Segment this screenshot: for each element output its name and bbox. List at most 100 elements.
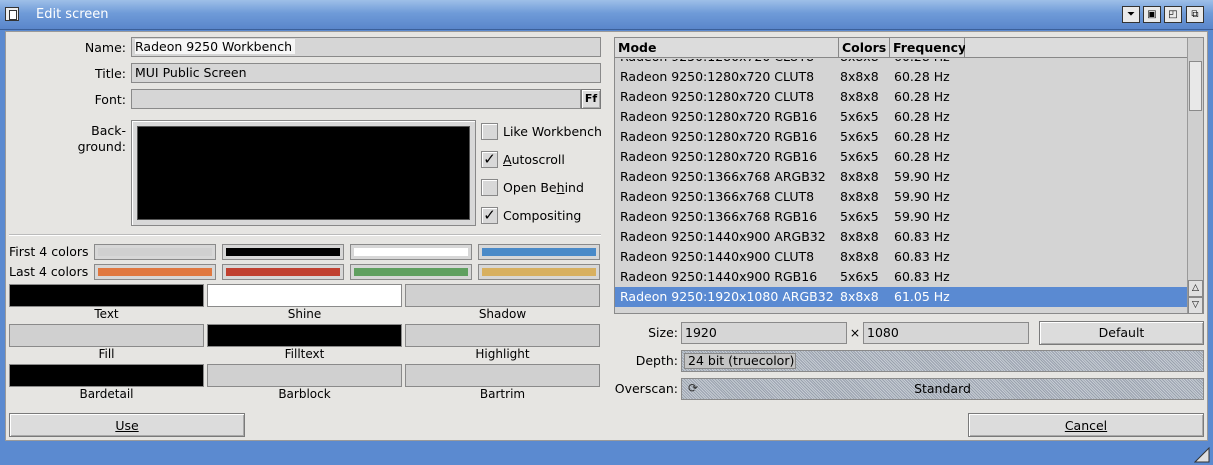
scrollbar-knob[interactable] [1189, 61, 1202, 111]
mode-row[interactable]: Radeon 9250:1440x900 CLUT8 8x8x8 60.83 Hz [615, 247, 1188, 267]
colors-cell: 8x8x8 [840, 229, 879, 244]
frequency-cell: 60.83 Hz [894, 229, 950, 244]
pen-label: Fill [98, 347, 115, 361]
pen-highlight[interactable] [405, 324, 600, 347]
separator [9, 234, 601, 236]
mode-row[interactable]: Radeon 9250:1280x720 RGB16 5x6x5 60.28 Hz [615, 147, 1188, 167]
mode-cell: Radeon 9250:1366x768 RGB16 [620, 209, 818, 224]
scroll-up-icon[interactable]: △ [1188, 280, 1203, 297]
pen-label: Highlight [475, 347, 530, 361]
default-size-button[interactable]: Default [1039, 321, 1204, 345]
resize-grip-icon[interactable] [1194, 447, 1210, 463]
size-label: Size: [648, 325, 678, 340]
column-header-mode[interactable]: Mode [615, 38, 839, 58]
cancel-button[interactable]: Cancel [968, 413, 1204, 437]
mode-row[interactable]: Radeon 9250:1280x720 CLUT8 8x8x8 60.28 Hz [615, 59, 1188, 67]
mode-cell: Radeon 9250:1366x768 CLUT8 [620, 189, 815, 204]
compositing-checkbox[interactable]: ✓ [481, 207, 498, 224]
pen-shine[interactable] [207, 284, 402, 307]
mode-list-scrollbar[interactable]: △ ▽ [1187, 38, 1203, 313]
frequency-cell: 59.90 Hz [894, 209, 950, 224]
pen-fill[interactable] [9, 324, 204, 347]
open-behind-checkbox[interactable] [481, 179, 498, 196]
like-workbench-checkbox[interactable] [481, 123, 498, 140]
name-field[interactable]: Radeon 9250 Workbench [131, 37, 601, 57]
colors-cell: 8x8x8 [840, 289, 879, 304]
mode-row[interactable]: Radeon 9250:1366x768 ARGB32 8x8x8 59.90 Hz [615, 167, 1188, 187]
font-picker-button[interactable]: Ff [581, 89, 601, 109]
pen-label: Bartrim [479, 387, 526, 401]
last-color-2[interactable] [222, 264, 344, 280]
close-window-icon[interactable] [5, 7, 19, 21]
mode-cell: Radeon 9250:1440x900 RGB16 [620, 269, 818, 284]
color-chip [354, 268, 468, 276]
frequency-cell: 60.28 Hz [894, 129, 950, 144]
mode-row[interactable]: Radeon 9250:1440x900 ARGB32 8x8x8 60.83 Hz [615, 227, 1188, 247]
frequency-cell: 59.90 Hz [894, 169, 950, 184]
mode-cell: Radeon 9250:1280x720 CLUT8 [620, 69, 815, 84]
scroll-down-icon[interactable]: ▽ [1188, 297, 1203, 313]
mode-cell: Radeon 9250:1280x720 CLUT8 [620, 89, 815, 104]
depth-icon[interactable]: ⧉ [1186, 6, 1204, 23]
pen-bardetail[interactable] [9, 364, 204, 387]
colors-cell: 8x8x8 [840, 189, 879, 204]
color-chip [482, 248, 596, 256]
column-header-frequency[interactable]: Frequency [890, 38, 966, 58]
background-picker[interactable] [131, 120, 476, 226]
zoom-icon[interactable]: ◰ [1164, 6, 1182, 23]
mode-cell: Radeon 9250:1440x900 CLUT8 [620, 249, 815, 264]
first-color-3[interactable] [350, 244, 472, 260]
overscan-cycle[interactable]: ⟳ Standard [681, 378, 1204, 400]
first-color-1[interactable] [94, 244, 216, 260]
colors-cell: 5x6x5 [840, 209, 879, 224]
mode-row[interactable]: Radeon 9250:1280x720 RGB16 5x6x5 60.28 Hz [615, 127, 1188, 147]
snapshot-icon[interactable]: ▣ [1143, 6, 1161, 23]
colors-cell: 8x8x8 [840, 69, 879, 84]
pen-barblock[interactable] [207, 364, 402, 387]
pen-label: Shine [287, 307, 322, 321]
background-preview [137, 126, 470, 220]
title-field[interactable]: MUI Public Screen [131, 63, 601, 83]
font-field[interactable] [131, 89, 581, 109]
title-bar[interactable]: Edit screen ⏷ ▣ ◰ ⧉ [0, 0, 1213, 30]
mode-row[interactable]: Radeon 9250:1366x768 RGB16 5x6x5 59.90 Hz [615, 207, 1188, 227]
autoscroll-label: Autoscroll [503, 152, 565, 167]
depth-slider[interactable]: 24 bit (truecolor) [681, 350, 1204, 372]
mode-cell: Radeon 9250:1920x1080 ARGB32 [620, 289, 834, 304]
pen-text[interactable] [9, 284, 204, 307]
height-field[interactable]: 1080 [863, 322, 1029, 344]
mode-row[interactable]: Radeon 9250:1280x720 CLUT8 8x8x8 60.28 Hz [615, 67, 1188, 87]
first-color-4[interactable] [478, 244, 600, 260]
font-label: Font: [94, 92, 126, 107]
frequency-cell: 60.28 Hz [894, 109, 950, 124]
pen-filltext[interactable] [207, 324, 402, 347]
mode-row[interactable]: Radeon 9250:1280x720 RGB16 5x6x5 60.28 Hz [615, 107, 1188, 127]
mode-row[interactable]: Radeon 9250:1440x900 RGB16 5x6x5 60.83 Hz [615, 267, 1188, 287]
pen-shadow[interactable] [405, 284, 600, 307]
pen-bartrim[interactable] [405, 364, 600, 387]
column-header-colors[interactable]: Colors [839, 38, 890, 58]
pen-label: Shadow [478, 307, 527, 321]
use-button[interactable]: Use [9, 413, 245, 437]
iconify-icon[interactable]: ⏷ [1122, 6, 1140, 23]
column-header-empty [965, 38, 1188, 58]
last-color-1[interactable] [94, 264, 216, 280]
depth-slider-knob[interactable]: 24 bit (truecolor) [684, 353, 796, 369]
autoscroll-checkbox[interactable]: ✓ [481, 151, 498, 168]
frequency-cell: 60.83 Hz [894, 269, 950, 284]
last-color-3[interactable] [350, 264, 472, 280]
mode-cell: Radeon 9250:1440x900 ARGB32 [620, 229, 826, 244]
mode-cell: Radeon 9250:1366x768 ARGB32 [620, 169, 826, 184]
mode-row[interactable]: Radeon 9250:1366x768 CLUT8 8x8x8 59.90 Hz [615, 187, 1188, 207]
screen-mode-list[interactable]: Mode Colors Frequency Radeon 9250:1280x7… [614, 37, 1204, 314]
first-color-2[interactable] [222, 244, 344, 260]
last-color-4[interactable] [478, 264, 600, 280]
mode-row[interactable]: Radeon 9250:1280x720 CLUT8 8x8x8 60.28 Hz [615, 87, 1188, 107]
background-label-line2: ground: [77, 139, 126, 154]
width-field[interactable]: 1920 [681, 322, 847, 344]
frequency-cell: 59.90 Hz [894, 189, 950, 204]
background-label-line1: Back- [91, 123, 126, 138]
window-title: Edit screen [36, 7, 109, 22]
pen-label: Filltext [284, 347, 325, 361]
mode-row[interactable]: Radeon 9250:1920x1080 ARGB32 8x8x8 61.05 H… [615, 287, 1188, 307]
